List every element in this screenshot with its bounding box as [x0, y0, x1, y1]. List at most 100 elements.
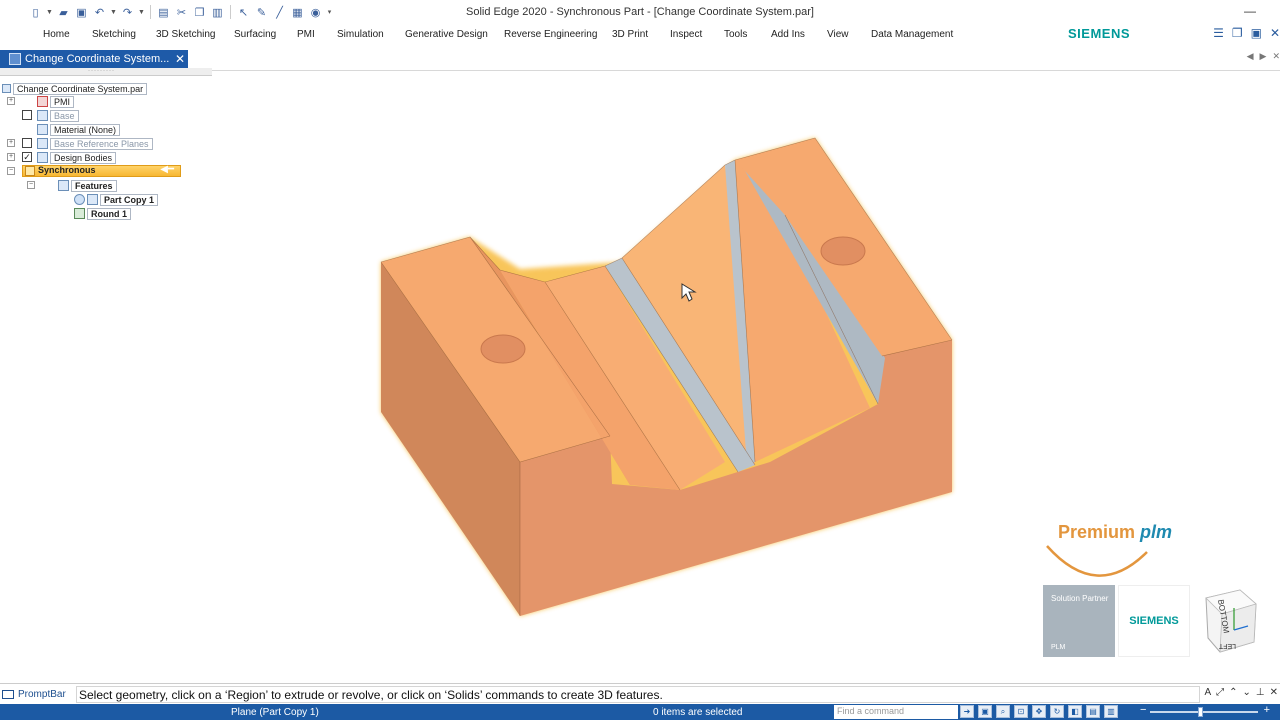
- tab-view[interactable]: View: [827, 29, 849, 40]
- scroll-left-icon[interactable]: ◀: [1247, 51, 1254, 62]
- record-icon[interactable]: ◉: [308, 5, 323, 20]
- minimize-button[interactable]: —: [1244, 4, 1256, 18]
- scroll-right-icon[interactable]: ▶: [1260, 51, 1267, 62]
- grid-icon[interactable]: ▦: [290, 5, 305, 20]
- tree-item-label: Part Copy 1: [100, 193, 159, 206]
- divider: [150, 5, 151, 19]
- tree-item-pmi[interactable]: PMI: [37, 95, 75, 108]
- tree-item-label: Base Reference Planes: [50, 137, 153, 150]
- view-cube[interactable]: BOTTOM LEFT: [1200, 586, 1262, 658]
- arrange-windows-icon[interactable]: ❐: [1232, 26, 1243, 40]
- open-icon[interactable]: ▰: [56, 5, 71, 20]
- expand-icon[interactable]: +: [7, 97, 15, 105]
- chevron-down-icon[interactable]: ⌄: [1243, 687, 1251, 698]
- paste-icon[interactable]: ▥: [210, 5, 225, 20]
- base-checkbox[interactable]: [22, 110, 32, 120]
- chevron-up-icon[interactable]: ⌃: [1229, 687, 1237, 698]
- tab-reverse-engineering[interactable]: Reverse Engineering: [504, 29, 597, 40]
- tree-root[interactable]: Change Coordinate System.par: [2, 82, 148, 95]
- grip-dots-icon: ·········: [88, 68, 115, 74]
- zoom-icon[interactable]: ⌕: [996, 705, 1010, 718]
- tree-item-material[interactable]: Material (None): [37, 123, 121, 136]
- view-orientation-icon[interactable]: ◧: [1068, 705, 1082, 718]
- tab-pmi[interactable]: PMI: [297, 29, 315, 40]
- zoom-in-icon[interactable]: +: [1264, 704, 1270, 716]
- new-icon[interactable]: ▯: [28, 5, 43, 20]
- display-icon[interactable]: ▥: [1104, 705, 1118, 718]
- tree-item-base[interactable]: Base: [37, 109, 79, 122]
- base-reference-planes-checkbox[interactable]: [22, 138, 32, 148]
- features-icon: [58, 180, 69, 191]
- close-document-icon[interactable]: ✕: [1270, 26, 1280, 40]
- tab-surfacing[interactable]: Surfacing: [234, 29, 276, 40]
- tree-item-label: Base: [50, 109, 79, 122]
- expand-icon[interactable]: ⤢: [1216, 687, 1224, 698]
- ribbon-window-controls: ☰ ❐ ▣ ✕: [1213, 26, 1280, 40]
- tab-sketching[interactable]: Sketching: [92, 29, 136, 40]
- zoom-thumb[interactable]: [1198, 707, 1203, 717]
- undo-icon[interactable]: ↶: [92, 5, 107, 20]
- find-command-input[interactable]: Find a command: [834, 705, 958, 719]
- tree-item-part-copy[interactable]: Part Copy 1: [74, 193, 159, 206]
- tab-add-ins[interactable]: Add Ins: [771, 29, 805, 40]
- pathfinder-title: Change Coordinate System...: [25, 53, 170, 65]
- tab-simulation[interactable]: Simulation: [337, 29, 384, 40]
- redo-icon[interactable]: ↷: [120, 5, 135, 20]
- collapse-icon[interactable]: −: [7, 167, 15, 175]
- tab-3d-sketching[interactable]: 3D Sketching: [156, 29, 215, 40]
- chevron-down-icon[interactable]: ▼: [138, 5, 145, 20]
- close-icon[interactable]: ✕: [1272, 51, 1280, 62]
- tree-root-label: Change Coordinate System.par: [13, 82, 148, 95]
- hole-right[interactable]: [820, 236, 866, 266]
- pathfinder-grip[interactable]: ·········: [0, 68, 212, 76]
- line-icon[interactable]: ╱: [272, 5, 287, 20]
- save-icon[interactable]: ▣: [74, 5, 89, 20]
- tab-inspect[interactable]: Inspect: [670, 29, 702, 40]
- close-icon[interactable]: ✕: [1270, 687, 1278, 698]
- arrow-icon[interactable]: ➜: [960, 705, 974, 718]
- document-icon: [9, 53, 21, 65]
- tab-home[interactable]: Home: [43, 29, 70, 40]
- siemens-logo: SIEMENS: [1067, 26, 1130, 41]
- zoom-area-icon[interactable]: ⊡: [1014, 705, 1028, 718]
- siemens-badge: SIEMENS: [1118, 585, 1190, 657]
- tree-item-synchronous[interactable]: Synchronous ◀━: [22, 164, 181, 177]
- tree-item-round[interactable]: Round 1: [74, 207, 131, 220]
- help-icon[interactable]: ▣: [1251, 26, 1262, 40]
- tab-3d-print[interactable]: 3D Print: [612, 29, 648, 40]
- expand-icon[interactable]: +: [7, 139, 15, 147]
- chevron-down-icon[interactable]: ▼: [110, 5, 117, 20]
- tree-item-design-bodies[interactable]: Design Bodies: [37, 151, 117, 164]
- design-bodies-checkbox[interactable]: ✓: [22, 152, 32, 162]
- select-icon[interactable]: ↖: [236, 5, 251, 20]
- render-icon[interactable]: ▤: [1086, 705, 1100, 718]
- copy-icon[interactable]: ❐: [192, 5, 207, 20]
- tab-data-management[interactable]: Data Management: [871, 29, 953, 40]
- prompt-bar-label[interactable]: PromptBar: [2, 689, 66, 700]
- sketch-icon[interactable]: ✎: [254, 5, 269, 20]
- zoom-out-icon[interactable]: −: [1140, 704, 1146, 716]
- status-selection-count: 0 items are selected: [653, 707, 743, 718]
- prompt-message: Select geometry, click on a ‘Region’ to …: [76, 686, 1200, 703]
- zoom-slider[interactable]: − +: [1140, 704, 1270, 717]
- fit-icon[interactable]: ▣: [978, 705, 992, 718]
- customize-icon[interactable]: ▾: [326, 5, 333, 20]
- print-icon[interactable]: ▤: [156, 5, 171, 20]
- hole-left[interactable]: [480, 334, 526, 364]
- pathfinder-tab[interactable]: Change Coordinate System... ✕: [0, 50, 188, 68]
- cut-icon[interactable]: ✂: [174, 5, 189, 20]
- chevron-down-icon[interactable]: ▼: [46, 5, 53, 20]
- tab-tools[interactable]: Tools: [724, 29, 747, 40]
- tree-item-base-reference-planes[interactable]: Base Reference Planes: [37, 137, 153, 150]
- pan-icon[interactable]: ✥: [1032, 705, 1046, 718]
- expand-icon[interactable]: +: [7, 153, 15, 161]
- font-size-icon[interactable]: A: [1204, 687, 1211, 698]
- tree-item-features[interactable]: Features: [58, 179, 117, 192]
- tab-generative-design[interactable]: Generative Design: [405, 29, 488, 40]
- window-list-icon[interactable]: ☰: [1213, 26, 1224, 40]
- tree-item-label: Synchronous: [38, 165, 96, 175]
- close-icon[interactable]: ✕: [172, 52, 188, 66]
- collapse-icon[interactable]: −: [27, 181, 35, 189]
- pin-icon[interactable]: ⊥: [1256, 687, 1265, 698]
- rotate-icon[interactable]: ↻: [1050, 705, 1064, 718]
